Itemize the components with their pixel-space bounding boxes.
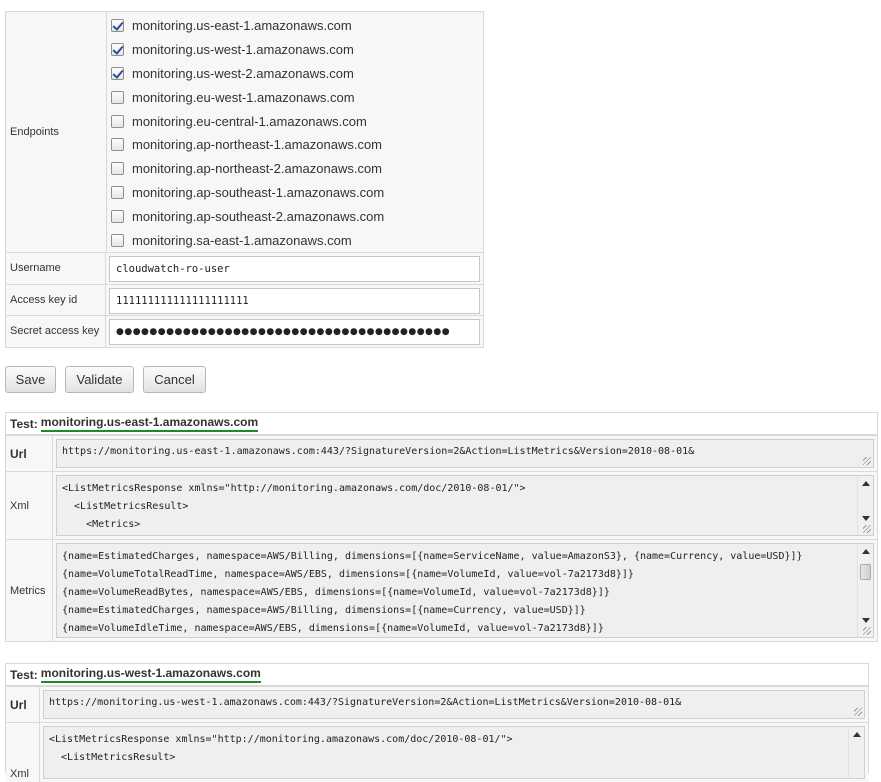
xml-line: <ListMetricsResponse xmlns="http://monit… <box>62 483 526 494</box>
xml-row: Xml <ListMetricsResponse xmlns="http://m… <box>6 722 868 782</box>
metrics-textarea[interactable]: {name=EstimatedCharges, namespace=AWS/Bi… <box>56 543 874 638</box>
xml-line: <ListMetricsResult> <box>49 752 176 763</box>
endpoint-option[interactable]: monitoring.ap-southeast-2.amazonaws.com <box>111 204 483 228</box>
metric-line: {name=VolumeTotalReadTime, namespace=AWS… <box>62 569 634 580</box>
metrics-label: Metrics <box>6 540 53 641</box>
access-key-input[interactable]: 111111111111111111111 <box>109 287 480 314</box>
access-key-label: Access key id <box>6 284 106 315</box>
endpoint-option[interactable]: monitoring.eu-west-1.amazonaws.com <box>111 85 483 109</box>
endpoint-label: monitoring.ap-northeast-2.amazonaws.com <box>132 161 383 177</box>
endpoint-label: monitoring.us-west-1.amazonaws.com <box>132 42 354 58</box>
endpoint-checkbox-ap-southeast-2[interactable] <box>111 209 124 223</box>
endpoint-option[interactable]: monitoring.ap-southeast-1.amazonaws.com <box>111 181 483 205</box>
endpoint-label: monitoring.us-west-2.amazonaws.com <box>132 65 354 81</box>
secret-key-label: Secret access key <box>6 316 106 347</box>
validate-button[interactable]: Validate <box>65 366 134 393</box>
scroll-down-arrow-icon[interactable] <box>862 516 870 521</box>
xml-line: <Metrics> <box>62 519 141 530</box>
test-endpoint-host: monitoring.us-west-1.amazonaws.com <box>40 666 261 683</box>
scroll-down-arrow-icon[interactable] <box>862 618 870 623</box>
endpoint-option[interactable]: monitoring.us-west-2.amazonaws.com <box>111 62 483 86</box>
endpoint-option[interactable]: monitoring.ap-northeast-1.amazonaws.com <box>111 133 483 157</box>
xml-row: Xml <ListMetricsResponse xmlns="http://m… <box>6 471 877 539</box>
metric-line: {name=EstimatedCharges, namespace=AWS/Bi… <box>62 605 586 616</box>
endpoint-label: monitoring.ap-southeast-1.amazonaws.com <box>132 184 385 200</box>
endpoint-option[interactable]: monitoring.us-east-1.amazonaws.com <box>111 14 483 38</box>
url-label: Url <box>6 687 40 722</box>
endpoint-config-form: Endpoints monitoring.us-east-1.amazonaws… <box>5 11 484 348</box>
url-textarea[interactable]: https://monitoring.us-west-1.amazonaws.c… <box>43 690 865 719</box>
resize-grip-icon[interactable] <box>863 457 871 465</box>
secret-key-input[interactable]: ●●●●●●●●●●●●●●●●●●●●●●●●●●●●●●●●●●●●●●●● <box>109 319 480 345</box>
test-header: Test: monitoring.us-east-1.amazonaws.com <box>6 413 877 435</box>
metrics-row: Metrics {name=EstimatedCharges, namespac… <box>6 539 877 641</box>
url-text: https://monitoring.us-west-1.amazonaws.c… <box>49 697 682 708</box>
xml-scrollbar[interactable] <box>848 727 864 778</box>
url-row: Url https://monitoring.us-west-1.amazona… <box>6 686 868 722</box>
endpoint-option[interactable]: monitoring.ap-northeast-2.amazonaws.com <box>111 157 483 181</box>
endpoint-label: monitoring.us-east-1.amazonaws.com <box>132 18 352 34</box>
endpoint-checkbox-ap-northeast-2[interactable] <box>111 162 124 176</box>
endpoints-label: Endpoints <box>6 12 107 252</box>
scroll-thumb[interactable] <box>860 564 871 580</box>
endpoint-checkbox-ap-northeast-1[interactable] <box>111 138 124 152</box>
url-text: https://monitoring.us-east-1.amazonaws.c… <box>62 446 695 457</box>
scroll-up-arrow-icon[interactable] <box>862 481 870 486</box>
save-button[interactable]: Save <box>5 366 56 393</box>
test-prefix: Test: <box>10 667 38 682</box>
endpoint-option[interactable]: monitoring.us-west-1.amazonaws.com <box>111 38 483 62</box>
resize-grip-icon[interactable] <box>863 627 871 635</box>
xml-line: <ListMetricsResult> <box>62 501 189 512</box>
endpoint-option[interactable]: monitoring.eu-central-1.amazonaws.com <box>111 109 483 133</box>
test-header: Test: monitoring.us-west-1.amazonaws.com <box>6 664 868 686</box>
endpoints-list: monitoring.us-east-1.amazonaws.com monit… <box>107 12 483 252</box>
xml-label: Xml <box>6 723 40 782</box>
resize-grip-icon[interactable] <box>863 525 871 533</box>
endpoint-label: monitoring.eu-central-1.amazonaws.com <box>132 113 367 129</box>
scroll-up-arrow-icon[interactable] <box>862 549 870 554</box>
test-result-panel: Test: monitoring.us-east-1.amazonaws.com… <box>5 412 878 642</box>
xml-textarea[interactable]: <ListMetricsResponse xmlns="http://monit… <box>43 726 865 779</box>
metric-line: {name=VolumeReadBytes, namespace=AWS/EBS… <box>62 587 610 598</box>
test-prefix: Test: <box>10 416 38 431</box>
username-row: Username cloudwatch-ro-user <box>6 252 483 284</box>
url-row: Url https://monitoring.us-east-1.amazona… <box>6 435 877 471</box>
endpoints-row: Endpoints monitoring.us-east-1.amazonaws… <box>6 12 483 252</box>
scroll-up-arrow-icon[interactable] <box>853 732 861 737</box>
xml-textarea[interactable]: <ListMetricsResponse xmlns="http://monit… <box>56 475 874 536</box>
endpoint-checkbox-ap-southeast-1[interactable] <box>111 185 124 199</box>
endpoint-checkbox-eu-central-1[interactable] <box>111 114 124 128</box>
xml-line: <ListMetricsResponse xmlns="http://monit… <box>49 734 513 745</box>
url-textarea[interactable]: https://monitoring.us-east-1.amazonaws.c… <box>56 439 874 468</box>
endpoint-label: monitoring.ap-southeast-2.amazonaws.com <box>132 208 385 224</box>
endpoint-label: monitoring.sa-east-1.amazonaws.com <box>132 232 352 248</box>
resize-grip-icon[interactable] <box>854 708 862 716</box>
endpoint-checkbox-eu-west-1[interactable] <box>111 90 124 104</box>
endpoint-checkbox-us-west-1[interactable] <box>111 43 124 57</box>
metric-line: {name=EstimatedCharges, namespace=AWS/Bi… <box>62 551 803 562</box>
cancel-button[interactable]: Cancel <box>143 366 206 393</box>
endpoint-checkbox-us-east-1[interactable] <box>111 19 124 33</box>
url-label: Url <box>6 436 53 471</box>
endpoint-option[interactable]: monitoring.sa-east-1.amazonaws.com <box>111 228 483 252</box>
metrics-scrollbar[interactable] <box>857 544 873 637</box>
endpoint-checkbox-us-west-2[interactable] <box>111 66 124 80</box>
endpoint-label: monitoring.eu-west-1.amazonaws.com <box>132 89 355 105</box>
endpoint-checkbox-sa-east-1[interactable] <box>111 233 124 247</box>
username-input[interactable]: cloudwatch-ro-user <box>109 256 480 282</box>
access-key-row: Access key id 111111111111111111111 <box>6 283 483 315</box>
endpoint-label: monitoring.ap-northeast-1.amazonaws.com <box>132 137 383 153</box>
test-endpoint-host: monitoring.us-east-1.amazonaws.com <box>40 415 259 432</box>
xml-label: Xml <box>6 472 53 539</box>
secret-key-row: Secret access key ●●●●●●●●●●●●●●●●●●●●●●… <box>6 315 483 347</box>
metric-line: {name=VolumeIdleTime, namespace=AWS/EBS,… <box>62 623 604 634</box>
username-label: Username <box>6 253 106 284</box>
